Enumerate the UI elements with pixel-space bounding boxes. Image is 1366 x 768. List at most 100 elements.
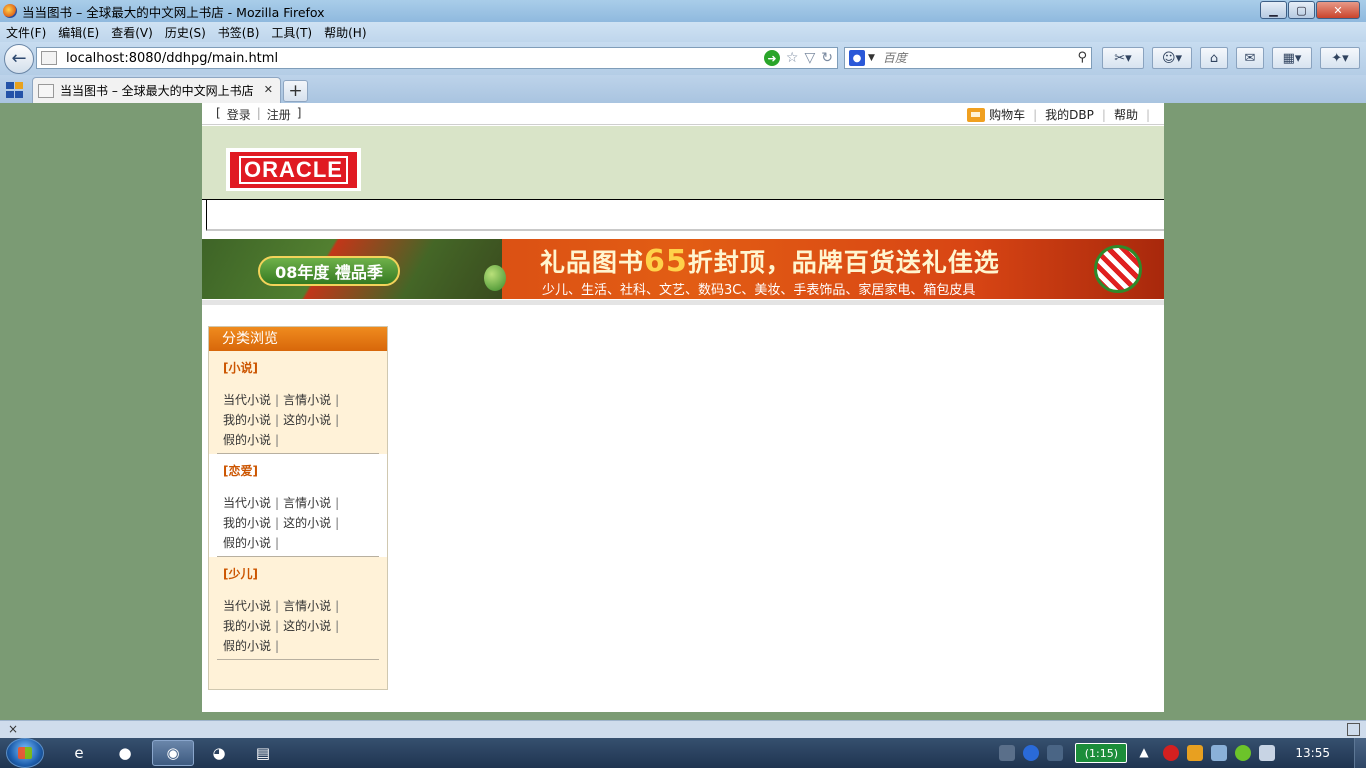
category-link[interactable]: 假的小说: [223, 536, 271, 550]
network-icon[interactable]: [1211, 745, 1228, 761]
link-separator: |: [275, 536, 280, 550]
resize-icon[interactable]: [1347, 723, 1360, 736]
link-separator: |: [275, 516, 280, 530]
my-account-link[interactable]: 我的DBP: [1045, 106, 1094, 123]
category-link[interactable]: 这的小说: [283, 413, 331, 427]
firefox-taskbar-icon[interactable]: ◉: [152, 740, 194, 766]
url-bar[interactable]: localhost:8080/ddhpg/main.html ➜ ☆ ▽ ↻: [36, 47, 838, 69]
auth-links: [ 登录 | 注册 ]: [216, 106, 301, 123]
category-row: 假的小说 |: [223, 534, 383, 554]
reload-icon[interactable]: ↻: [821, 50, 833, 66]
site-favicon-icon: [41, 51, 57, 65]
star-icon[interactable]: ☆: [786, 50, 799, 66]
link-separator: |: [275, 413, 280, 427]
menu-file[interactable]: 文件(F): [6, 24, 46, 41]
category-title[interactable]: [恋爱]: [223, 462, 258, 479]
help-icon[interactable]: [1023, 745, 1040, 761]
menu-view[interactable]: 查看(V): [111, 24, 153, 41]
statusbar-close-icon[interactable]: ×: [8, 722, 18, 736]
tab-groups-icon[interactable]: [3, 79, 27, 101]
url-history-dropdown-icon[interactable]: ▽: [804, 50, 815, 66]
qq-tray-icon[interactable]: [1187, 745, 1204, 761]
show-desktop-button[interactable]: [1354, 738, 1366, 768]
maximize-button[interactable]: ▢: [1288, 1, 1315, 19]
bracket-close: ]: [296, 106, 302, 120]
system-tray: (1:15) ▲ 13:55: [995, 738, 1366, 768]
category-title[interactable]: [少儿]: [223, 565, 258, 582]
eclipse-icon[interactable]: ◕: [198, 740, 240, 766]
start-button[interactable]: [6, 738, 44, 768]
menu-tools[interactable]: 工具(T): [271, 24, 312, 41]
explorer-folder-icon[interactable]: ▤: [242, 740, 284, 766]
menu-help[interactable]: 帮助(H): [324, 24, 366, 41]
extension-icon[interactable]: ✦▾: [1320, 47, 1360, 69]
link-separator: |: [335, 413, 340, 427]
promo-banner[interactable]: 08年度 禮品季 礼品图书65折封顶，品牌百货送礼佳选 少儿、生活、社科、文艺、…: [202, 239, 1164, 299]
addon-smiley-icon[interactable]: ☺▾: [1152, 47, 1192, 69]
taskbar-clock[interactable]: 13:55: [1295, 746, 1330, 760]
keyboard-icon[interactable]: [999, 745, 1016, 761]
mail-icon[interactable]: ✉: [1236, 47, 1264, 69]
category-link[interactable]: 言情小说: [283, 496, 331, 510]
login-link[interactable]: 登录: [227, 106, 251, 123]
ie-icon[interactable]: e: [58, 740, 100, 766]
logo-text: ORACLE: [239, 155, 348, 184]
register-link[interactable]: 注册: [267, 106, 291, 123]
category-link[interactable]: 假的小说: [223, 433, 271, 447]
go-arrow-icon[interactable]: ➜: [763, 50, 780, 66]
category-link[interactable]: 假的小说: [223, 639, 271, 653]
oracle-logo[interactable]: ORACLE: [226, 148, 361, 191]
ime-icon[interactable]: [1047, 745, 1064, 761]
category-link[interactable]: 当代小说: [223, 393, 271, 407]
tray-expand-icon[interactable]: ▲: [1139, 745, 1155, 761]
back-arrow-icon[interactable]: ←: [4, 43, 34, 74]
engine-dropdown-icon[interactable]: ▼: [868, 53, 875, 63]
search-input[interactable]: [882, 51, 1063, 65]
tab-favicon-icon: [38, 83, 54, 98]
category-link[interactable]: 当代小说: [223, 599, 271, 613]
baidu-engine-icon[interactable]: ●: [849, 50, 865, 66]
link-separator: |: [335, 496, 340, 510]
category-links: 当代小说 | 言情小说 | 我的小说 | 这的小说 | 假的小说 |: [223, 597, 383, 657]
banner-divider: [202, 300, 1164, 305]
weibo-icon[interactable]: [1163, 745, 1180, 761]
tab-main[interactable]: 当当图书 – 全球最大的中文网上书店 ✕: [32, 77, 281, 103]
window-titlebar: 当当图书 – 全球最大的中文网上书店 - Mozilla Firefox ▁ ▢…: [0, 0, 1366, 22]
help-link[interactable]: 帮助: [1114, 106, 1138, 123]
category-link[interactable]: 这的小说: [283, 619, 331, 633]
category-row: 我的小说 | 这的小说 |: [223, 617, 383, 637]
menu-bookmarks[interactable]: 书签(B): [218, 24, 260, 41]
category-link[interactable]: 言情小说: [283, 599, 331, 613]
logo-background: ORACLE: [230, 151, 357, 188]
screenshot-tool-icon[interactable]: ✂▾: [1102, 47, 1144, 69]
cart-link[interactable]: 购物车: [989, 106, 1025, 123]
close-button[interactable]: ✕: [1316, 1, 1360, 19]
new-tab-button[interactable]: +: [283, 80, 308, 102]
category-title[interactable]: [小说]: [223, 359, 258, 376]
tab-close-icon[interactable]: ✕: [264, 83, 273, 96]
menu-edit[interactable]: 编辑(E): [58, 24, 99, 41]
apps-grid-icon[interactable]: ▦▾: [1272, 47, 1312, 69]
qq-icon[interactable]: ●: [104, 740, 146, 766]
category-link[interactable]: 言情小说: [283, 393, 331, 407]
menu-history[interactable]: 历史(S): [165, 24, 206, 41]
display-icon[interactable]: [1259, 745, 1276, 761]
battery-indicator[interactable]: (1:15): [1075, 743, 1128, 763]
shopping-cart-icon[interactable]: [967, 107, 986, 122]
category-link[interactable]: 当代小说: [223, 496, 271, 510]
category-link[interactable]: 我的小说: [223, 619, 271, 633]
status-bar: ×: [0, 720, 1366, 738]
minimize-button[interactable]: ▁: [1260, 1, 1287, 19]
link-separator: |: [335, 619, 340, 633]
category-link[interactable]: 这的小说: [283, 516, 331, 530]
firefox-icon: [3, 4, 17, 18]
banner-headline: 礼品图书65折封顶，品牌百货送礼佳选: [540, 243, 1000, 279]
header-band: ORACLE: [202, 126, 1164, 200]
category-link[interactable]: 我的小说: [223, 413, 271, 427]
url-text[interactable]: localhost:8080/ddhpg/main.html: [66, 51, 278, 66]
url-actions: ➜ ☆ ▽ ↻: [763, 50, 833, 66]
magnifier-icon[interactable]: ⚲: [1077, 50, 1087, 65]
home-icon[interactable]: ⌂: [1200, 47, 1228, 69]
security-icon[interactable]: [1235, 745, 1252, 761]
category-link[interactable]: 我的小说: [223, 516, 271, 530]
